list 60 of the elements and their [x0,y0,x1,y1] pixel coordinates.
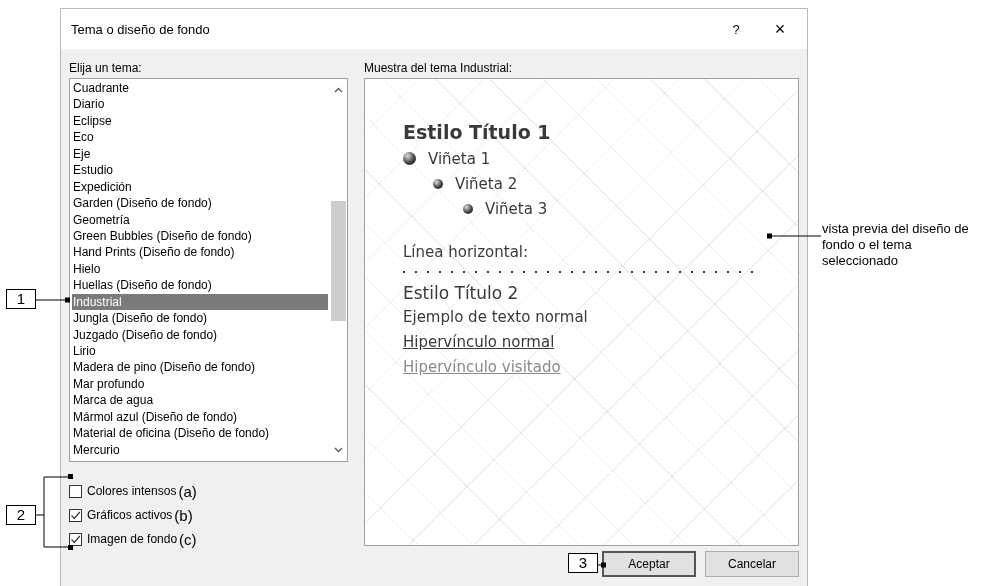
list-item[interactable]: Cuadrante [72,80,328,97]
bullet-icon [433,178,443,189]
sample-heading: Estilo Título 1 [403,121,552,143]
list-item[interactable]: Expedición [72,178,328,196]
option-tag: (c) [179,530,197,548]
list-item[interactable]: Material de oficina (Diseño de fondo) [72,425,328,442]
list-item[interactable]: Garden (Diseño de fondo) [72,195,328,212]
scroll-down-icon[interactable] [334,447,343,453]
leader-line [36,297,70,303]
checkbox-label[interactable]: Colores intensos [87,484,177,498]
list-item[interactable]: Lirio [72,343,328,360]
checkbox-label[interactable]: Imagen de fondo [87,532,178,546]
help-button[interactable]: ? [721,21,751,37]
list-item[interactable]: Geometría [72,211,328,228]
bullet-text: Viñeta 1 [428,149,491,168]
ok-button[interactable]: Aceptar [602,551,696,577]
list-item[interactable]: Green Bubbles (Diseño de fondo) [72,227,328,245]
sample-text: Ejemplo de texto normal [403,307,589,328]
checkbox[interactable] [69,532,82,546]
sample-label: Línea horizontal: [403,243,530,261]
scroll-up-icon[interactable] [334,87,343,93]
list-item[interactable]: Eclipse [72,112,328,130]
checkbox[interactable] [69,484,82,498]
callout-number: 1 [6,289,36,309]
callout-number: 3 [568,553,598,573]
bullet-text: Viñeta 2 [455,174,518,193]
bullet-text: Viñeta 3 [485,199,548,218]
list-item[interactable]: Juzgado (Diseño de fondo) [72,326,328,343]
list-item[interactable]: Mármol azul (Diseño de fondo) [72,408,328,426]
list-item[interactable]: Eje [72,145,328,163]
list-item[interactable]: Mar profundo [72,375,328,393]
cancel-button[interactable]: Cancelar [705,551,799,577]
list-item[interactable]: Industrial [72,293,328,311]
scrollbar-thumb[interactable] [331,201,346,321]
callout-number: 2 [6,505,36,525]
checkbox-label[interactable]: Gráficos activos [87,508,173,522]
list-label: Elija un tema: [69,61,142,75]
checkbox[interactable] [69,508,82,522]
window-title: Tema o diseño de fondo [71,21,211,37]
bullet-icon [463,203,473,214]
list-item[interactable]: Hielo [72,260,328,278]
list-item[interactable]: Eco [72,129,328,146]
list-item[interactable]: Madera de pino (Diseño de fondo) [72,359,328,376]
preview-label: Muestra del tema Industrial: [364,61,513,75]
option-tag: (a) [178,482,197,500]
option-tag: (b) [174,506,193,524]
leader-line [767,233,821,239]
list-item[interactable]: Jungla (Diseño de fondo) [72,310,328,327]
theme-list[interactable] [69,78,348,462]
list-item[interactable]: Huellas (Diseño de fondo) [72,277,328,294]
list-item[interactable]: Mercurio [72,441,328,459]
list-item[interactable]: Estudio [72,162,328,179]
sample-heading: Estilo Título 2 [403,283,520,303]
list-item[interactable]: Marca de agua [72,392,328,409]
bullet-icon [403,152,416,165]
leader-line [598,562,606,568]
annotation-text: vista previa del diseño de fondo o el tema seleccionado [822,221,970,269]
list-item[interactable]: Hand Prints (Diseño de fondo) [72,244,328,261]
list-item[interactable]: Diario [72,96,328,113]
close-button[interactable]: × [765,18,795,40]
